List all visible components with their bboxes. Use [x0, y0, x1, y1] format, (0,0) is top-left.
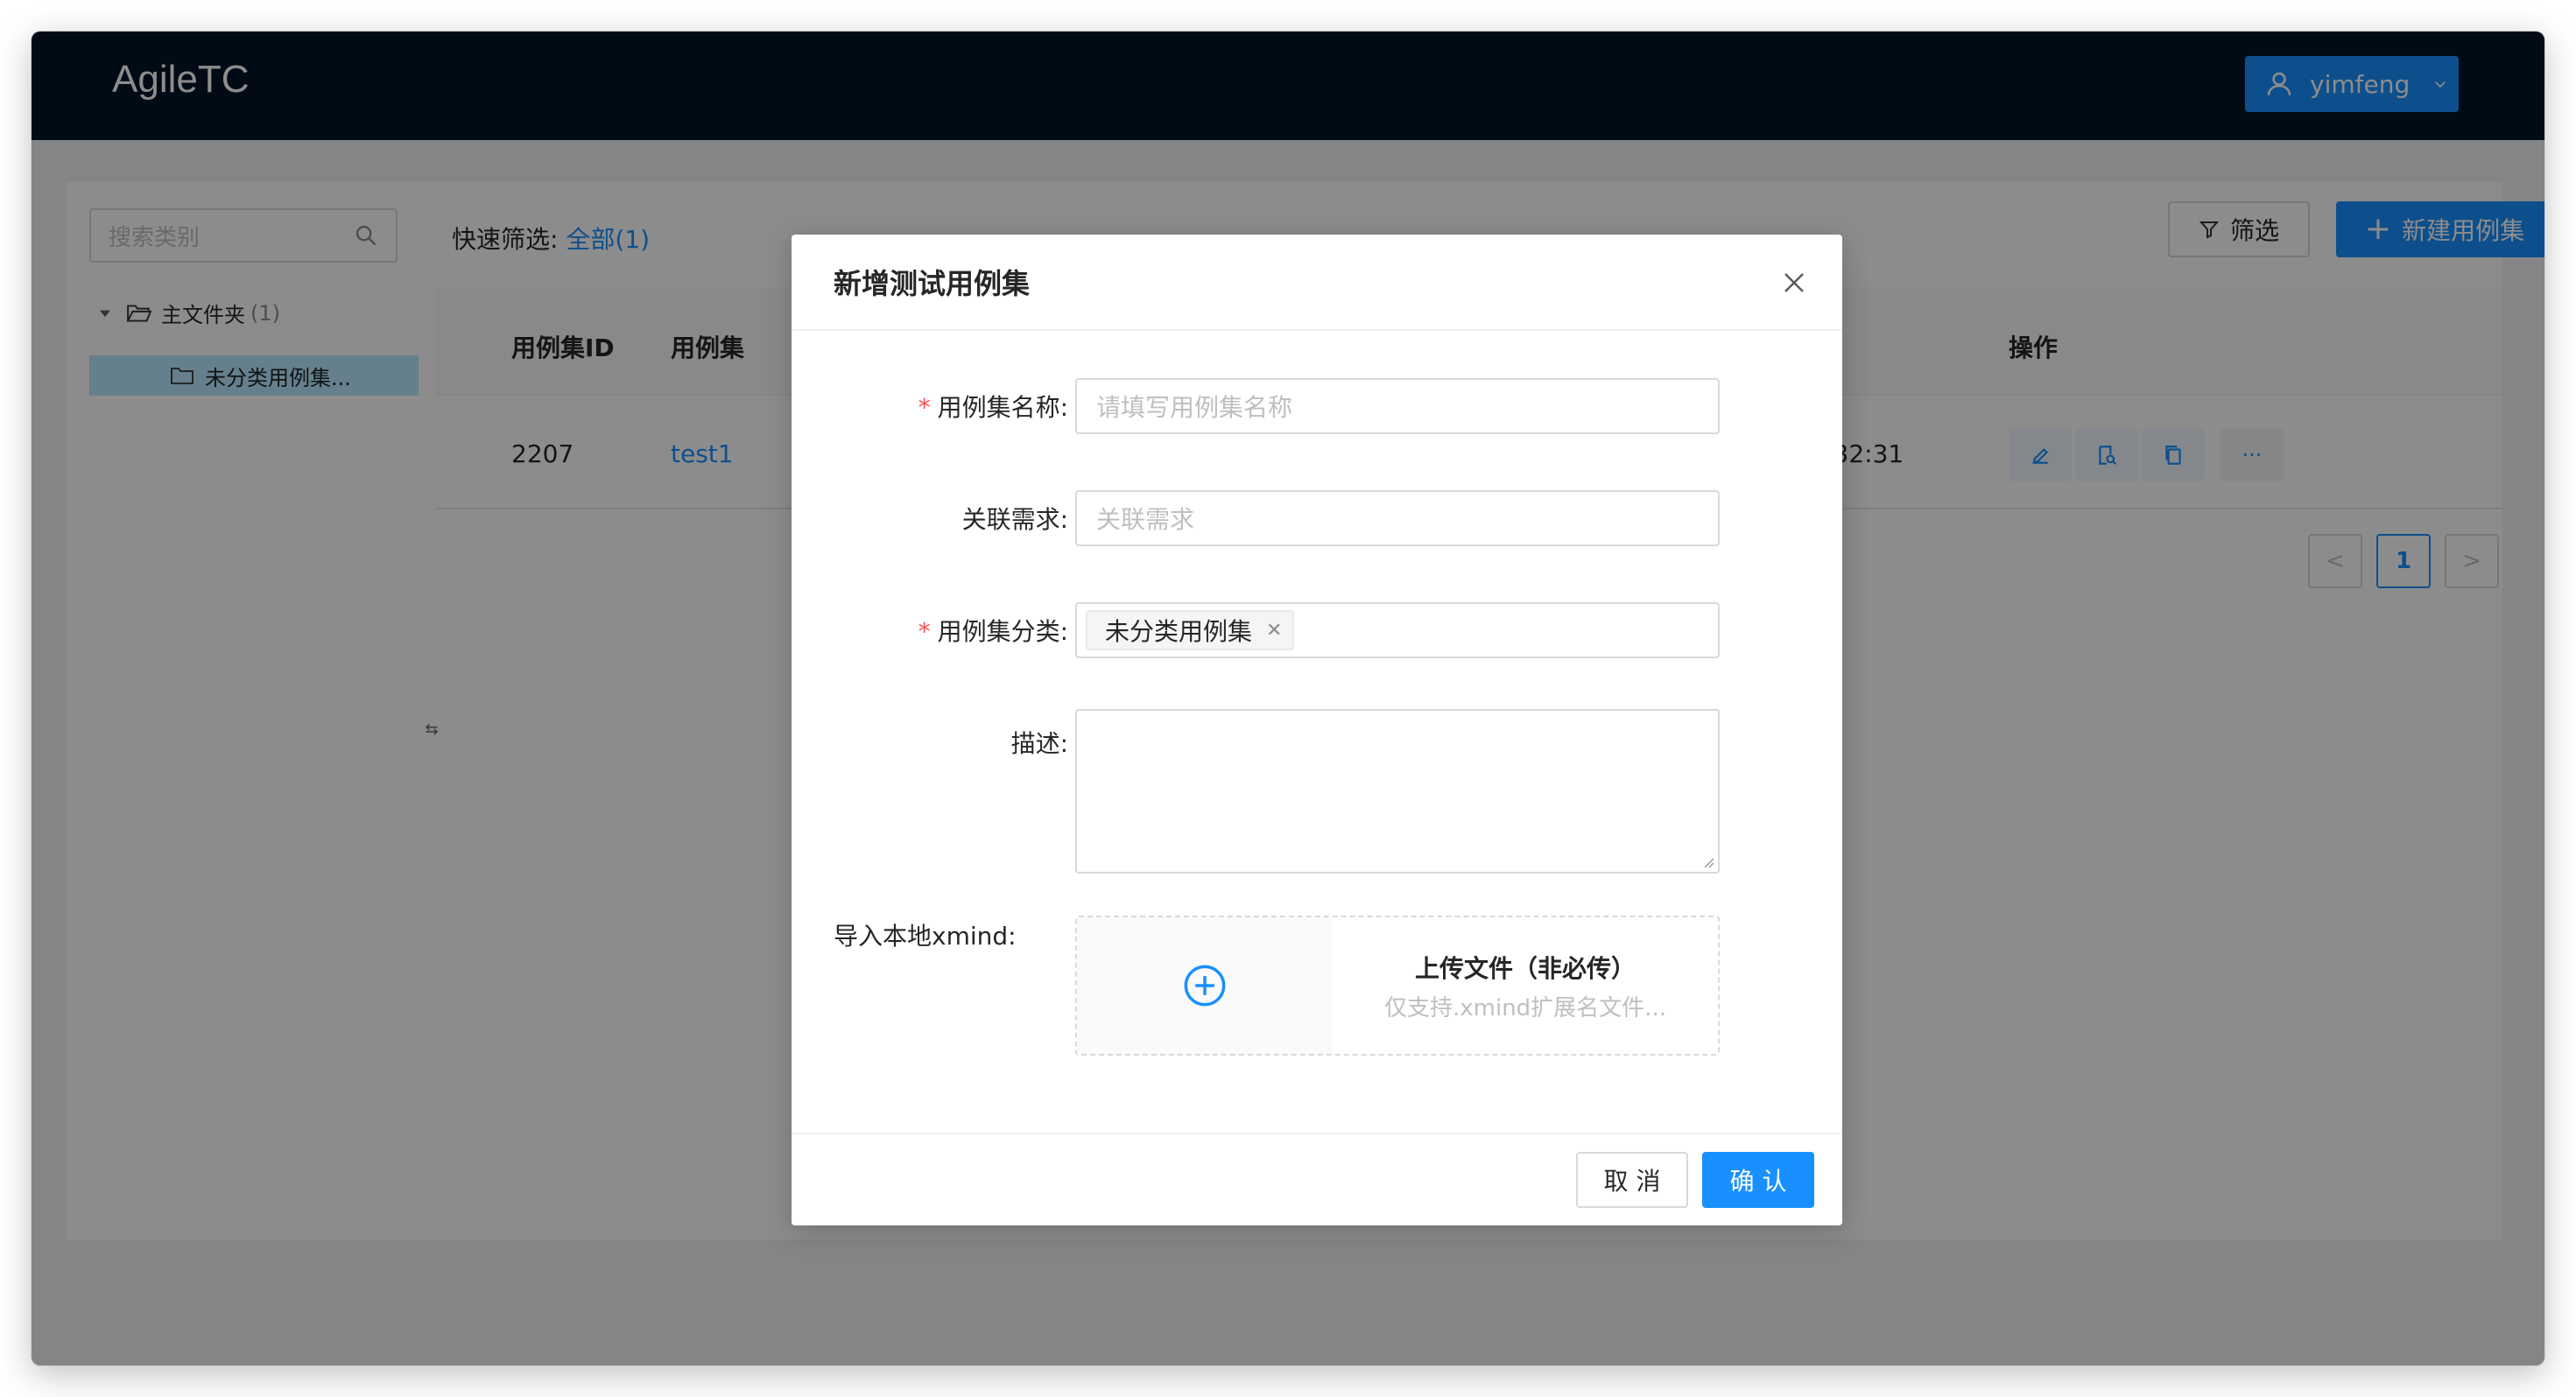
name-label-text: 用例集名称:: [937, 393, 1068, 422]
app-window: AgileTC yimfeng 搜索类别 主文件夹 (1) 未分类用例集...: [32, 32, 2544, 1365]
required-mark: *: [918, 393, 931, 422]
category-label-text: 用例集分类:: [937, 617, 1068, 646]
cancel-button[interactable]: 取 消: [1576, 1152, 1688, 1208]
tag-close-icon[interactable]: ✕: [1266, 620, 1282, 642]
req-label-text: 关联需求:: [961, 505, 1068, 534]
category-tag-label: 未分类用例集: [1105, 617, 1253, 646]
modal-header: 新增测试用例集: [792, 235, 1842, 331]
name-input[interactable]: 请填写用例集名称: [1075, 378, 1720, 434]
req-input[interactable]: 关联需求: [1075, 490, 1720, 546]
modal-footer: 取 消 确 认: [792, 1133, 1842, 1225]
close-icon[interactable]: [1781, 270, 1807, 296]
plus-circle-icon: [1184, 965, 1226, 1007]
category-tag: 未分类用例集 ✕: [1086, 610, 1295, 650]
required-mark: *: [918, 617, 931, 646]
modal-title: 新增测试用例集: [834, 267, 1031, 300]
desc-label-text: 描述:: [1010, 729, 1068, 758]
category-select[interactable]: 未分类用例集 ✕: [1075, 602, 1720, 658]
import-label-text: 导入本地xmind:: [834, 922, 1017, 951]
upload-icon-area[interactable]: [1077, 917, 1333, 1054]
req-placeholder: 关联需求: [1096, 505, 1195, 534]
import-label: 导入本地xmind:: [834, 917, 1017, 952]
category-label: * 用例集分类:: [918, 613, 1068, 648]
req-label: 关联需求:: [962, 501, 1068, 536]
desc-textarea[interactable]: [1075, 709, 1720, 874]
upload-text: 上传文件（非必传） 仅支持.xmind扩展名文件...: [1333, 917, 1718, 1054]
upload-hint: 仅支持.xmind扩展名文件...: [1384, 994, 1666, 1021]
new-caseset-modal: 新增测试用例集 * 用例集名称: 请填写用例集名称 关联需求: 关联需求 * 用例集…: [792, 235, 1842, 1225]
desc-label: 描述:: [1011, 725, 1068, 760]
upload-title: 上传文件（非必传）: [1414, 953, 1636, 983]
resize-grip-icon[interactable]: [1702, 856, 1714, 868]
confirm-button[interactable]: 确 认: [1702, 1152, 1814, 1208]
xmind-upload-dropzone[interactable]: 上传文件（非必传） 仅支持.xmind扩展名文件...: [1075, 916, 1720, 1056]
name-label: * 用例集名称:: [918, 389, 1068, 424]
name-placeholder: 请填写用例集名称: [1096, 393, 1293, 422]
